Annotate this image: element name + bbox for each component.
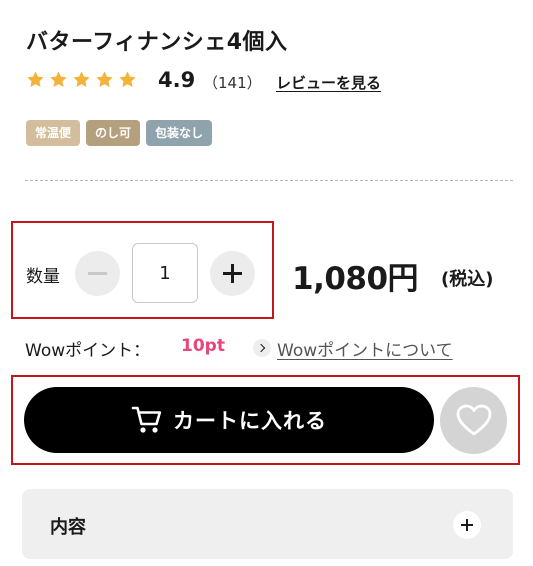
star-icon <box>50 71 67 87</box>
wow-points-value: 10pt <box>181 336 225 356</box>
tax-note: (税込) <box>441 269 494 290</box>
rating-stars <box>26 70 137 89</box>
quantity-decrement-button[interactable] <box>75 251 120 296</box>
badge-noshi: のし可 <box>86 120 141 146</box>
cart-icon <box>131 406 162 433</box>
star-icon <box>73 71 90 87</box>
star-icon <box>27 71 44 87</box>
add-to-cart-label: カートに入れる <box>173 409 327 433</box>
quantity-increment-button[interactable] <box>210 251 255 296</box>
star-icon <box>119 71 136 87</box>
quantity-label: 数量 <box>26 267 60 287</box>
wow-points-info-link[interactable]: Wowポイントについて <box>277 336 453 361</box>
star-icon <box>96 71 113 87</box>
chevron-right-icon <box>253 339 271 357</box>
review-count: （141） <box>203 74 262 92</box>
badge-no-wrapping: 包装なし <box>146 120 213 146</box>
product-title: バターフィナンシェ4個入 <box>26 30 288 55</box>
heart-icon <box>456 404 491 436</box>
add-to-cart-button[interactable]: カートに入れる <box>24 387 434 453</box>
divider <box>25 180 513 181</box>
price: 1,080円 <box>292 261 419 297</box>
badge-list: 常温便 のし可 包装なし <box>26 120 213 146</box>
quantity-input[interactable] <box>132 243 198 303</box>
review-link[interactable]: レビューを見る <box>276 72 381 93</box>
plus-icon <box>453 511 481 539</box>
favorite-button[interactable] <box>440 387 507 454</box>
badge-normal-temp: 常温便 <box>26 120 81 146</box>
rating-value: 4.9 <box>158 68 196 92</box>
contents-accordion[interactable]: 内容 <box>22 489 513 559</box>
wow-points-label: Wowポイント： <box>25 341 151 361</box>
accordion-title: 内容 <box>50 517 86 538</box>
